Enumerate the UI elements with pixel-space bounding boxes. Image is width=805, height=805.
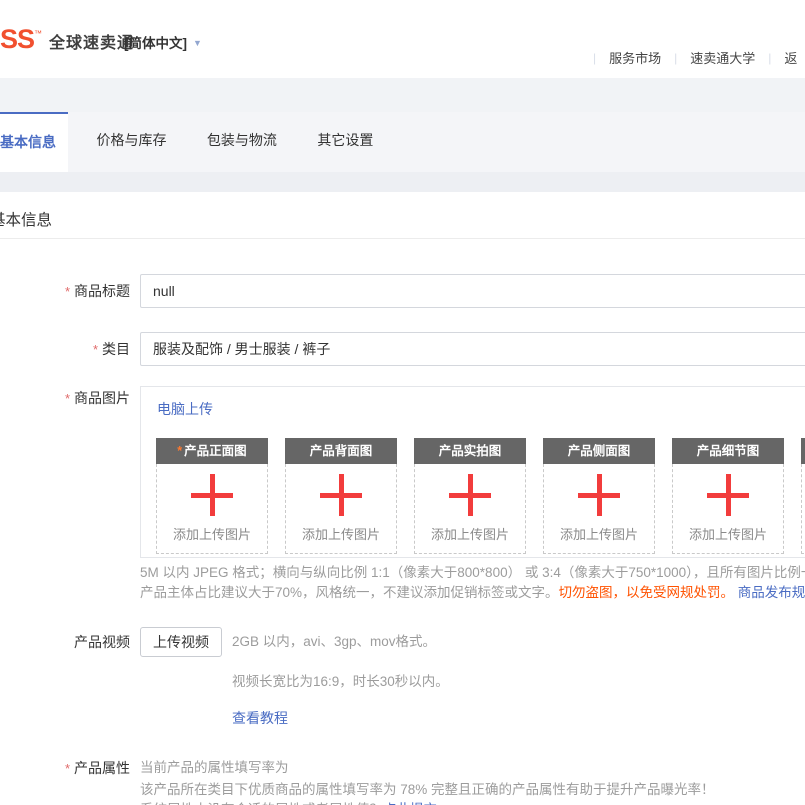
gray-band-top — [0, 78, 805, 112]
plus-icon — [447, 472, 493, 518]
view-tutorial-link[interactable]: 查看教程 — [232, 708, 288, 728]
required-asterisk: * — [65, 284, 70, 299]
trademark-symbol: ™ — [34, 29, 42, 38]
product-edit-page: SS™ 全球速卖通 [简体中文] ▼ | 服务市场 | 速卖通大学 | 返 基本信… — [0, 0, 805, 805]
upload-dropzone[interactable]: 添加上传图片 — [414, 464, 526, 554]
upload-dropzone[interactable]: 添加上传图片 — [672, 464, 784, 554]
upload-tile-real-shot[interactable]: 产品实拍图 添加上传图片 — [414, 438, 526, 554]
nav-clipped-item[interactable]: 返 — [784, 48, 797, 67]
image-upload-panel: 电脑上传 *产品正面图 添加上传图片 产品背面图 添加上传图片 — [140, 386, 805, 558]
upload-tiles: *产品正面图 添加上传图片 产品背面图 添加上传图片 产品实拍图 — [156, 438, 805, 554]
plus-icon — [705, 472, 751, 518]
required-asterisk: * — [65, 391, 70, 406]
upload-dropzone[interactable]: 添加上传图片 — [156, 464, 268, 554]
image-requirements-line1: 5M 以内 JPEG 格式；横向与纵向比例 1:1（像素大于800*800） 或… — [140, 563, 805, 583]
language-selector[interactable]: [简体中文] ▼ — [124, 32, 202, 52]
gray-band-mid — [0, 172, 805, 192]
upload-video-button[interactable]: 上传视频 — [140, 627, 222, 657]
upload-dropzone[interactable]: 添加上传图片 — [285, 464, 397, 554]
video-format-hint: 2GB 以内，avi、3gp、mov格式。 — [232, 627, 436, 657]
upload-tile-clipped[interactable] — [801, 438, 805, 554]
form-content: 基本信息 *商品标题 *类目 服装及配饰 / 男士服装 / 裤子 *商品图片 电… — [0, 192, 805, 805]
tile-title: 产品侧面图 — [543, 438, 655, 464]
tile-title: 产品实拍图 — [414, 438, 526, 464]
product-video-label: 产品视频 — [0, 627, 130, 657]
attribute-missing-line: 系统属性中没有合适的属性或者属性值？点此提交 — [140, 800, 437, 805]
publish-rules-link[interactable]: 商品发布规范 — [738, 585, 805, 600]
aliexpress-logo: SS™ 全球速卖通 — [0, 24, 134, 55]
top-nav: | 服务市场 | 速卖通大学 | 返 — [593, 48, 797, 67]
tab-basic-info[interactable]: 基本信息 — [0, 112, 68, 172]
required-asterisk: * — [65, 761, 70, 776]
nav-divider: | — [674, 51, 677, 65]
image-requirements-line2: 产品主体占比建议大于70%，风格统一，不建议添加促销标签或文字。切勿盗图，以免受… — [140, 583, 805, 603]
language-label: [简体中文] — [124, 36, 187, 51]
section-title: 基本信息 — [0, 208, 52, 230]
tab-bar: 基本信息 价格与库存 包装与物流 其它设置 — [0, 112, 805, 172]
chevron-down-icon: ▼ — [193, 38, 202, 48]
upload-tile-detail[interactable]: 产品细节图 添加上传图片 — [672, 438, 784, 554]
no-stolen-images-warning: 切勿盗图，以免受网规处罚。 — [559, 585, 735, 600]
tile-title — [801, 438, 805, 464]
upload-tile-back[interactable]: 产品背面图 添加上传图片 — [285, 438, 397, 554]
required-asterisk: * — [93, 342, 98, 357]
video-ratio-hint: 视频长宽比为16:9，时长30秒以内。 — [232, 670, 449, 690]
tile-title: *产品正面图 — [156, 438, 268, 464]
product-attributes-label: *产品属性 — [0, 758, 130, 779]
plus-icon — [576, 472, 622, 518]
logo-mark: SS — [0, 24, 34, 55]
upload-dropzone[interactable] — [801, 464, 805, 554]
attribute-fill-rate-line: 当前产品的属性填写率为 — [140, 758, 289, 778]
category-value-box[interactable]: 服装及配饰 / 男士服装 / 裤子 — [140, 332, 805, 366]
computer-upload-link[interactable]: 电脑上传 — [157, 399, 213, 419]
category-label: *类目 — [0, 332, 130, 367]
product-images-label: *商品图片 — [0, 388, 130, 409]
image-requirements-gray: 产品主体占比建议大于70%，风格统一，不建议添加促销标签或文字。 — [140, 585, 559, 600]
plus-icon — [189, 472, 235, 518]
attribute-benchmark-line: 该产品所在类目下优质商品的属性填写率为 78% 完整且正确的产品属性有助于提升产… — [140, 780, 715, 800]
nav-divider: | — [593, 51, 596, 65]
upload-tile-side[interactable]: 产品侧面图 添加上传图片 — [543, 438, 655, 554]
logo-text: 全球速卖通 — [49, 29, 134, 53]
top-header: SS™ 全球速卖通 [简体中文] ▼ | 服务市场 | 速卖通大学 | 返 — [0, 0, 805, 78]
nav-divider: | — [768, 51, 771, 65]
tile-title: 产品细节图 — [672, 438, 784, 464]
tab-price-stock[interactable]: 价格与库存 — [84, 112, 178, 172]
tile-title: 产品背面图 — [285, 438, 397, 464]
product-title-input[interactable] — [140, 274, 805, 308]
tab-other-settings[interactable]: 其它设置 — [305, 112, 385, 172]
product-title-label: *商品标题 — [0, 274, 130, 309]
nav-aliexpress-university[interactable]: 速卖通大学 — [690, 48, 755, 67]
tab-packaging-logistics[interactable]: 包装与物流 — [195, 112, 289, 172]
upload-tile-front[interactable]: *产品正面图 添加上传图片 — [156, 438, 268, 554]
upload-dropzone[interactable]: 添加上传图片 — [543, 464, 655, 554]
nav-service-market[interactable]: 服务市场 — [609, 48, 661, 67]
required-asterisk: * — [177, 444, 182, 458]
plus-icon — [318, 472, 364, 518]
section-divider — [0, 238, 805, 239]
